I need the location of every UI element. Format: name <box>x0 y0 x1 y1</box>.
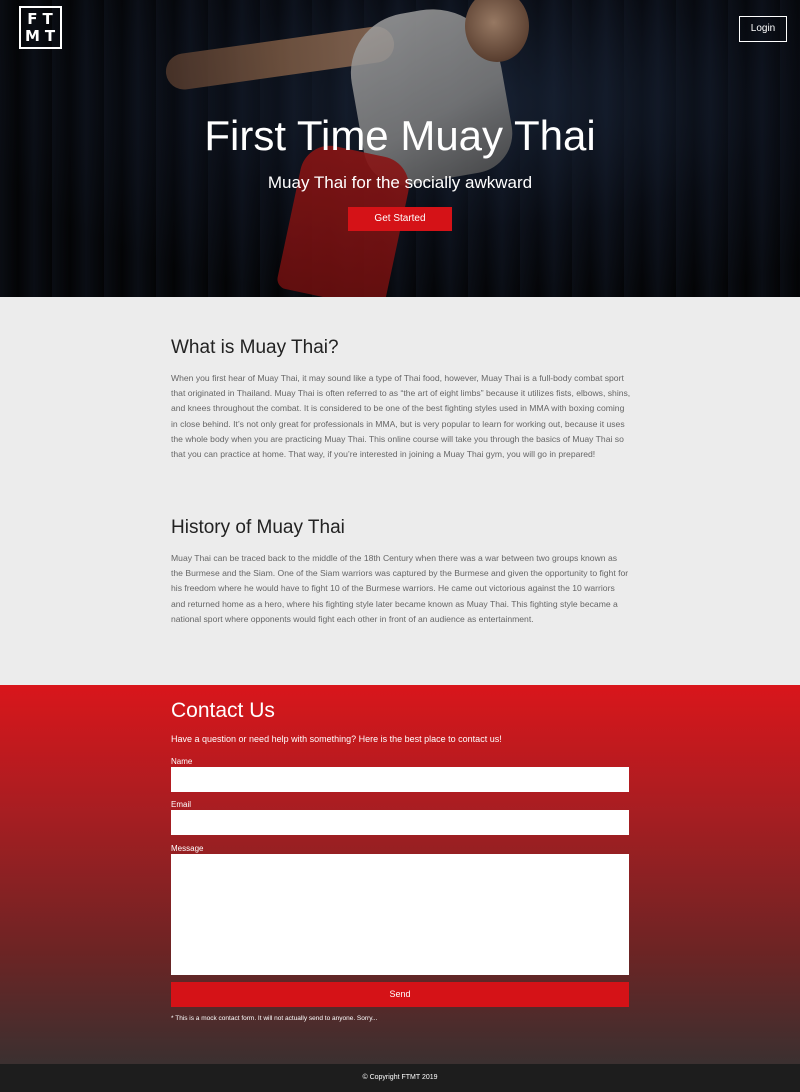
message-label: Message <box>171 844 204 853</box>
section-body: When you first hear of Muay Thai, it may… <box>171 373 631 460</box>
get-started-button[interactable]: Get Started <box>348 207 452 231</box>
hero-subtitle: Muay Thai for the socially awkward <box>267 173 533 192</box>
ftmt-logo[interactable]: FT MT <box>19 6 62 49</box>
name-field[interactable] <box>171 767 629 792</box>
section-body: Muay Thai can be traced back to the midd… <box>171 553 629 624</box>
mock-form-disclaimer: * This is a mock contact form. It will n… <box>171 1015 378 1022</box>
email-label: Email <box>171 800 192 809</box>
message-field[interactable] <box>171 854 629 975</box>
copyright-text: © Copyright FTMT 2019 <box>362 1074 438 1081</box>
send-button[interactable]: Send <box>171 982 629 1007</box>
logo-line-2: MT <box>25 27 61 45</box>
hero-title: First Time Muay Thai <box>204 112 596 159</box>
main-content: What is Muay Thai? When you first hear o… <box>0 297 800 685</box>
contact-intro: Have a question or need help with someth… <box>171 734 502 744</box>
name-label: Name <box>171 757 193 766</box>
footer: © Copyright FTMT 2019 <box>0 1064 800 1092</box>
section-title: What is Muay Thai? <box>171 337 339 358</box>
email-field[interactable] <box>171 810 629 835</box>
contact-title: Contact Us <box>171 699 275 722</box>
login-button[interactable]: Login <box>739 16 787 42</box>
hero-banner: FT MT Login First Time Muay Thai Muay Th… <box>0 0 800 297</box>
contact-section: Contact Us Have a question or need help … <box>0 685 800 1064</box>
section-what-is-muay-thai: What is Muay Thai? When you first hear o… <box>171 337 631 462</box>
logo-line-1: FT <box>27 10 58 28</box>
section-title: History of Muay Thai <box>171 517 345 538</box>
section-history: History of Muay Thai Muay Thai can be tr… <box>171 517 631 627</box>
